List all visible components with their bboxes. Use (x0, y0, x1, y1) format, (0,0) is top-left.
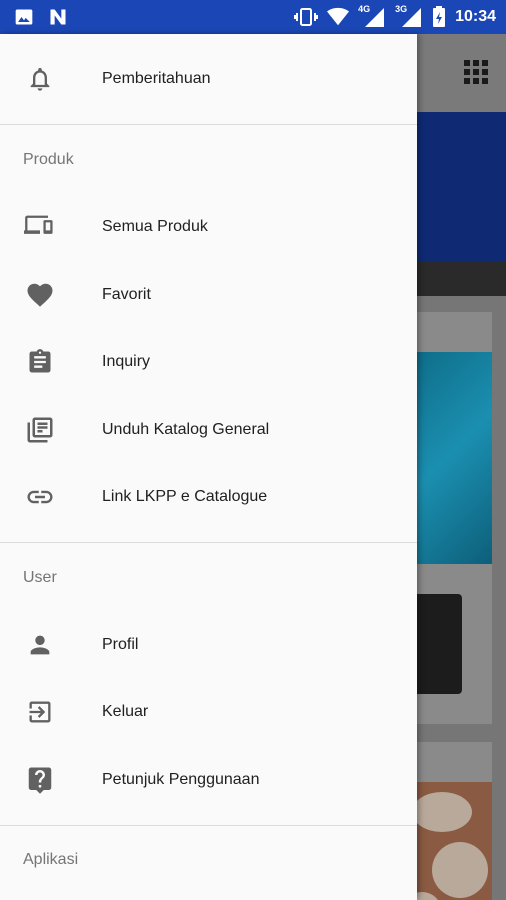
menu-item-label: Semua Produk (102, 218, 208, 235)
menu-item-keluar[interactable]: Keluar (0, 682, 417, 742)
section-title-aplikasi: Aplikasi (23, 851, 79, 868)
menu-item-label: Keluar (102, 703, 149, 720)
wifi-icon (327, 7, 350, 27)
menu-item-notifications[interactable]: Pemberitahuan (0, 49, 417, 109)
menu-item-link-lkpp[interactable]: Link LKPP e Catalogue (0, 467, 417, 527)
image-icon (14, 7, 34, 27)
link-icon (24, 481, 56, 513)
background-case-image (412, 594, 462, 694)
menu-item-label: Inquiry (102, 353, 151, 370)
devices-icon (24, 211, 56, 243)
menu-item-label: Favorit (102, 286, 151, 303)
menu-item-label: Profil (102, 636, 139, 653)
divider (0, 542, 417, 543)
exit-icon (24, 696, 56, 728)
status-bar: 4G 3G 10:34 (0, 0, 506, 34)
library-books-icon (24, 414, 56, 446)
person-icon (24, 629, 56, 661)
menu-item-profil[interactable]: Profil (0, 615, 417, 675)
menu-item-petunjuk[interactable]: Petunjuk Penggunaan (0, 750, 417, 810)
signal-3g-icon: 3G (395, 4, 423, 28)
battery-icon (432, 6, 446, 28)
menu-item-label: Pemberitahuan (102, 70, 211, 87)
divider (0, 825, 417, 826)
menu-item-label: Petunjuk Penggunaan (102, 771, 260, 788)
section-title-user: User (23, 569, 57, 586)
menu-item-label: Link LKPP e Catalogue (102, 488, 268, 505)
bell-icon (24, 63, 56, 95)
clipboard-icon (24, 346, 56, 378)
vibrate-icon (294, 7, 319, 27)
grid-menu-icon[interactable] (464, 60, 488, 84)
menu-item-unduh-katalog[interactable]: Unduh Katalog General (0, 400, 417, 460)
signal-4g-icon: 4G (358, 4, 386, 28)
menu-item-favorit[interactable]: Favorit (0, 265, 417, 325)
n-icon (48, 7, 68, 27)
menu-item-label: Unduh Katalog General (102, 421, 270, 438)
clock: 10:34 (455, 8, 496, 25)
divider (0, 124, 417, 125)
navigation-drawer: Pemberitahuan Produk Semua Produk Favori… (0, 34, 417, 900)
menu-item-inquiry[interactable]: Inquiry (0, 332, 417, 392)
help-icon (24, 764, 56, 796)
menu-item-semua-produk[interactable]: Semua Produk (0, 197, 417, 257)
heart-icon (24, 279, 56, 311)
section-title-produk: Produk (23, 151, 74, 168)
